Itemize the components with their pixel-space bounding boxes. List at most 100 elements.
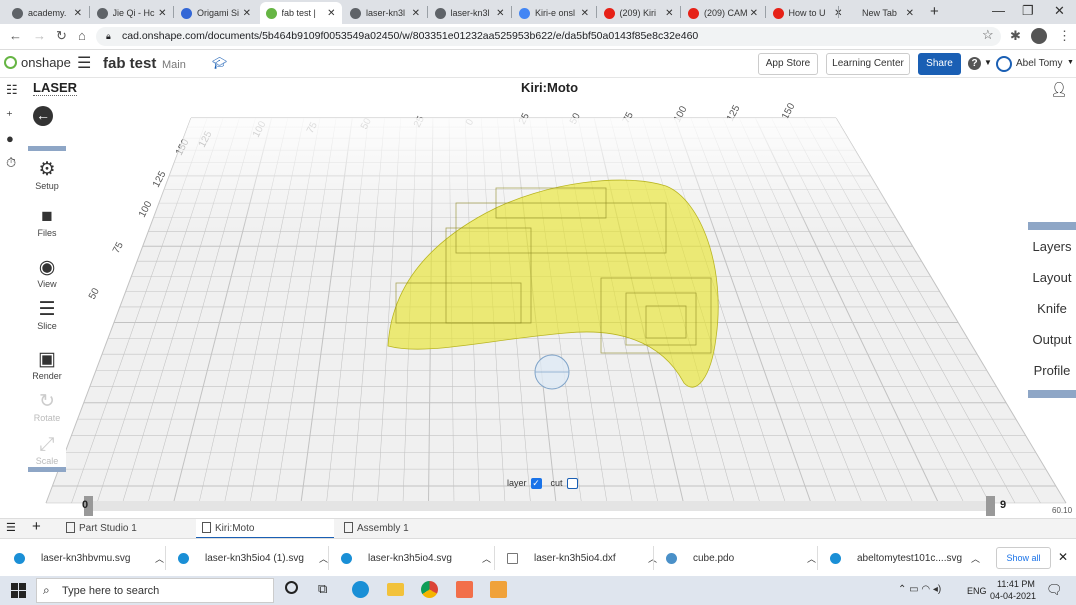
browser-tab[interactable]: fab test | ✕: [259, 2, 342, 24]
graduation-cap-icon[interactable]: 🎓︎: [212, 56, 227, 70]
bookmark-star-icon[interactable]: ☆: [982, 27, 994, 43]
user-avatar-icon[interactable]: [996, 56, 1012, 72]
back-arrow-icon[interactable]: ←: [33, 106, 53, 126]
browser-tab[interactable]: academy. ✕: [6, 2, 88, 24]
browser-tab[interactable]: laser-kn3l ✕: [344, 2, 426, 24]
tool-slice-button[interactable]: ☰ Slice: [28, 299, 66, 331]
notifications-icon[interactable]: 🗨︎: [1046, 582, 1063, 598]
task-view-icon[interactable]: ⧉: [318, 581, 327, 597]
download-item[interactable]: abeltomytest101c....svg ︿: [830, 539, 980, 577]
clock-time[interactable]: 11:41 PM: [997, 579, 1035, 589]
slider-max-handle[interactable]: [986, 496, 995, 516]
add-tab-button[interactable]: +: [32, 518, 41, 535]
chrome-taskbar-icon[interactable]: [421, 581, 438, 598]
tab-close-icon[interactable]: ✕: [412, 8, 420, 19]
app-taskbar-icon[interactable]: [456, 581, 473, 598]
comments-icon[interactable]: ●: [6, 131, 14, 146]
tool-files-button[interactable]: ■ Files: [28, 206, 66, 238]
fusion-taskbar-icon[interactable]: [490, 581, 507, 598]
document-tab[interactable]: Assembly 1: [338, 519, 476, 539]
user-dropdown-icon[interactable]: ▼: [1067, 59, 1074, 66]
menu-output[interactable]: Output: [1028, 332, 1076, 347]
tab-close-icon[interactable]: ✕: [665, 8, 673, 19]
variables-icon[interactable]: ⁺: [6, 108, 13, 124]
menu-knife[interactable]: Knife: [1028, 301, 1076, 316]
download-item[interactable]: laser-kn3hbvmu.svg ︿: [14, 539, 164, 577]
tab-close-icon[interactable]: ✕: [750, 8, 758, 19]
extensions-icon[interactable]: ✱: [1010, 28, 1021, 44]
browser-tab[interactable]: New Tab ✕: [840, 2, 920, 24]
close-downloads-icon[interactable]: ✕: [1058, 550, 1068, 564]
menu-layout[interactable]: Layout: [1028, 270, 1076, 285]
menu-layers[interactable]: Layers: [1028, 239, 1076, 254]
restore-icon[interactable]: ❐: [1022, 3, 1034, 19]
back-icon[interactable]: ←: [9, 28, 22, 43]
document-title[interactable]: fab test: [103, 55, 156, 72]
browser-tab[interactable]: Jie Qi - Hc ✕: [91, 2, 173, 24]
menu-profile[interactable]: Profile: [1028, 363, 1076, 378]
download-item[interactable]: cube.pdo ︿: [666, 539, 816, 577]
browser-tab[interactable]: Kiri-e onsl ✕: [513, 2, 595, 24]
chevron-up-icon[interactable]: ︿: [319, 552, 328, 565]
chevron-up-icon[interactable]: ︿: [971, 552, 980, 565]
browser-tab[interactable]: Origami Si ✕: [175, 2, 257, 24]
download-item[interactable]: laser-kn3h5io4.svg ︿: [341, 539, 491, 577]
browser-tab[interactable]: (209) CAM ✕: [682, 2, 764, 24]
clock-date[interactable]: 04-04-2021: [990, 591, 1036, 601]
onshape-logo-text[interactable]: onshape: [21, 55, 71, 70]
layer-slider[interactable]: 0 9: [80, 496, 1012, 516]
tab-close-icon[interactable]: ✕: [581, 8, 589, 19]
browser-tab[interactable]: How to U✕: [767, 2, 849, 24]
tab-close-icon[interactable]: ✕: [74, 8, 82, 19]
user-settings-icon[interactable]: 👤︎: [1050, 81, 1068, 98]
browser-tab[interactable]: laser-kn3l ✕: [429, 2, 511, 24]
document-tab[interactable]: Kiri:Moto: [196, 519, 334, 539]
cortana-icon[interactable]: [285, 581, 298, 594]
reload-icon[interactable]: ↻: [56, 28, 67, 44]
close-window-icon[interactable]: ✕: [1054, 3, 1065, 19]
system-tray-icons[interactable]: ⌃ ▭ ◠ ◂): [898, 584, 941, 595]
show-all-button[interactable]: Show all: [996, 547, 1051, 569]
taskbar-search-box[interactable]: ⌕ Type here to search: [36, 578, 274, 603]
chevron-up-icon[interactable]: ︿: [482, 552, 491, 565]
language-indicator[interactable]: ENG: [967, 586, 987, 596]
windows-start-icon[interactable]: [11, 583, 26, 598]
tab-close-icon[interactable]: ✕: [496, 8, 504, 19]
tab-manager-icon[interactable]: ☰: [6, 521, 16, 534]
edge-taskbar-icon[interactable]: [352, 581, 369, 598]
new-tab-button[interactable]: +: [930, 3, 939, 20]
share-button[interactable]: Share: [918, 53, 961, 75]
tab-close-icon[interactable]: ✕: [158, 8, 166, 19]
chevron-up-icon[interactable]: ︿: [155, 552, 164, 565]
tab-close-icon[interactable]: ✕: [906, 8, 914, 19]
download-item[interactable]: laser-kn3h5io4.dxf︿: [507, 539, 657, 577]
hamburger-menu-icon[interactable]: ☰: [77, 53, 91, 73]
timer-icon[interactable]: ⏱︎: [6, 155, 16, 171]
help-dropdown-icon[interactable]: ▼: [984, 58, 992, 67]
url-field[interactable]: 🔒︎ cad.onshape.com/documents/5b464b9109f…: [96, 27, 1001, 46]
tool-render-button[interactable]: ▣ Render: [28, 349, 66, 381]
tool-setup-button[interactable]: ⚙ Setup: [28, 159, 66, 191]
build-plate-grid[interactable]: 5075100125150125100755025025507510012515…: [26, 78, 1076, 518]
chevron-up-icon[interactable]: ︿: [807, 552, 816, 565]
download-item[interactable]: laser-kn3h5io4 (1).svg ︿: [178, 539, 328, 577]
tab-close-icon[interactable]: ✕: [327, 8, 335, 19]
help-icon[interactable]: ?: [968, 57, 981, 70]
home-icon[interactable]: ⌂: [78, 28, 86, 43]
branch-label[interactable]: Main: [162, 59, 186, 71]
tool-view-button[interactable]: ◉ View: [28, 257, 66, 289]
browser-tab[interactable]: (209) Kiri ✕: [598, 2, 680, 24]
browser-menu-icon[interactable]: ⋮: [1058, 28, 1071, 44]
file-explorer-icon[interactable]: [387, 583, 404, 596]
feature-list-icon[interactable]: ☷: [6, 82, 18, 98]
app-store-button[interactable]: App Store: [758, 53, 818, 75]
layer-checkbox[interactable]: ✓: [530, 477, 542, 489]
forward-icon[interactable]: →: [33, 28, 46, 43]
tab-close-icon[interactable]: ✕: [243, 8, 251, 19]
minimize-icon[interactable]: —: [992, 3, 1005, 18]
cut-checkbox[interactable]: [566, 477, 578, 489]
learning-center-button[interactable]: Learning Center: [826, 53, 910, 75]
profile-avatar[interactable]: [1031, 28, 1047, 44]
document-tab[interactable]: Part Studio 1: [60, 519, 198, 539]
user-name[interactable]: Abel Tomy: [1016, 58, 1063, 69]
